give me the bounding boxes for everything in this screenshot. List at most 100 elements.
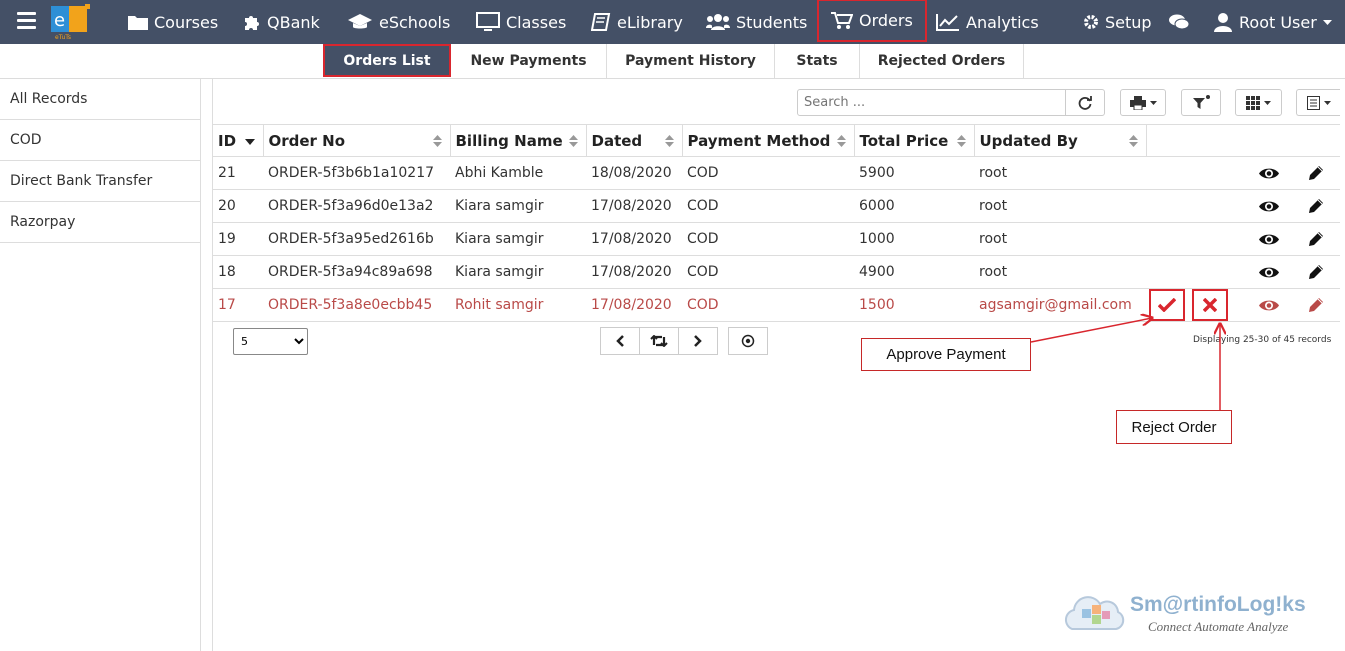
table-row[interactable]: 19 ORDER-5f3a95ed2616b Kiara samgir 17/08/2…	[213, 222, 1340, 256]
menu-icon[interactable]	[17, 12, 36, 32]
column-header-total-price[interactable]: Total Price	[854, 124, 975, 157]
approve-payment-button[interactable]	[1149, 289, 1185, 321]
row-actions	[1146, 255, 1340, 289]
nav-orders[interactable]: Orders	[817, 0, 927, 42]
nav-setup[interactable]: Setup	[1083, 0, 1152, 44]
sort-icon	[432, 135, 442, 147]
puzzle-icon	[245, 16, 259, 30]
print-button[interactable]	[1120, 89, 1166, 116]
top-navbar: e eTuTs Courses QBank eSchools Classes e…	[0, 0, 1345, 44]
list-icon	[1306, 95, 1320, 110]
table-cell: 20	[213, 189, 263, 223]
nav-eschools[interactable]: eSchools	[347, 0, 450, 44]
table-cell: Kiara samgir	[450, 189, 586, 223]
table-cell: 17/08/2020	[586, 288, 682, 322]
caret-down-icon	[1323, 100, 1331, 105]
user-icon	[1214, 13, 1232, 32]
table-row[interactable]: 20 ORDER-5f3a96d0e13a2 Kiara samgir 17/08/2…	[213, 189, 1340, 223]
column-header-updated-by[interactable]: Updated By	[974, 124, 1147, 157]
table-cell: 17/08/2020	[586, 255, 682, 289]
user-menu[interactable]: Root User	[1213, 0, 1332, 44]
view-icon[interactable]	[1258, 199, 1280, 218]
tab-stats[interactable]: Stats	[775, 44, 860, 78]
table-cell: root	[974, 156, 1146, 190]
tab-payment-history[interactable]: Payment History	[607, 44, 775, 78]
line-chart-icon	[936, 14, 959, 31]
column-header-payment-method[interactable]: Payment Method	[682, 124, 855, 157]
target-icon	[741, 334, 755, 348]
edit-icon[interactable]	[1307, 263, 1325, 285]
edit-icon[interactable]	[1307, 230, 1325, 252]
table-row[interactable]: 18 ORDER-5f3a94c89a698 Kiara samgir 17/08/2…	[213, 255, 1340, 289]
nav-courses[interactable]: Courses	[128, 0, 218, 44]
column-header-dated[interactable]: Dated	[586, 124, 683, 157]
table-cell: root	[974, 189, 1146, 223]
nav-qbank[interactable]: QBank	[243, 0, 320, 44]
chat-button[interactable]	[1169, 0, 1189, 44]
watermark-subtitle: Connect Automate Analyze	[1148, 619, 1289, 634]
edit-icon[interactable]	[1307, 296, 1325, 318]
export-button[interactable]	[1296, 89, 1340, 116]
filter-button[interactable]	[1181, 89, 1221, 116]
approve-payment-callout: Approve Payment	[861, 338, 1031, 371]
column-header-order-no[interactable]: Order No	[263, 124, 451, 157]
edit-icon[interactable]	[1307, 164, 1325, 186]
checkmark-icon	[1158, 298, 1176, 312]
graduation-cap-icon	[348, 14, 372, 29]
comments-icon	[1169, 14, 1189, 29]
tab-rejected-orders[interactable]: Rejected Orders	[860, 44, 1024, 78]
table-cell: COD	[682, 255, 854, 289]
previous-page-button[interactable]	[600, 327, 640, 355]
refresh-button[interactable]	[1065, 89, 1105, 116]
view-icon[interactable]	[1258, 166, 1280, 185]
table-cell: 18	[213, 255, 263, 289]
nav-analytics[interactable]: Analytics	[936, 0, 1039, 44]
next-page-button[interactable]	[678, 327, 718, 355]
table-cell: root	[974, 222, 1146, 256]
view-icon[interactable]	[1258, 298, 1280, 317]
refresh-icon	[1078, 95, 1092, 110]
records-count: Displaying 25-30 of 45 records	[1193, 335, 1332, 345]
table-row[interactable]: 21 ORDER-5f3b6b1a10217 Abhi Kamble 18/08/20…	[213, 156, 1340, 190]
tab-orders-list[interactable]: Orders List	[323, 44, 451, 77]
sidebar-item-cod[interactable]: COD	[0, 120, 200, 161]
app-logo[interactable]: e eTuTs	[49, 2, 93, 40]
view-icon[interactable]	[1258, 232, 1280, 251]
sidebar-item-razorpay[interactable]: Razorpay	[0, 202, 200, 243]
table-cell: ORDER-5f3a94c89a698	[263, 255, 450, 289]
nav-elibrary[interactable]: eLibrary	[591, 0, 683, 44]
svg-text:e: e	[54, 10, 65, 31]
edit-icon[interactable]	[1307, 197, 1325, 219]
table-cell: agsamgir@gmail.com	[974, 288, 1146, 322]
column-header-id[interactable]: ID	[213, 124, 264, 157]
go-to-page-button[interactable]	[728, 327, 768, 355]
tab-new-payments[interactable]: New Payments	[451, 44, 607, 78]
sort-icon	[568, 135, 578, 147]
table-cell: 6000	[854, 189, 974, 223]
sidebar-item-all-records[interactable]: All Records	[0, 79, 200, 120]
table-cell: Kiara samgir	[450, 255, 586, 289]
caret-down-icon	[1322, 19, 1332, 25]
search-input[interactable]	[797, 89, 1066, 116]
column-header-billing-name[interactable]: Billing Name	[450, 124, 587, 157]
view-icon[interactable]	[1258, 265, 1280, 284]
reject-order-callout: Reject Order	[1116, 410, 1232, 444]
reload-page-button[interactable]	[639, 327, 679, 355]
page-size-select[interactable]: 5	[233, 328, 308, 355]
sort-desc-icon	[244, 139, 255, 145]
close-icon	[1203, 298, 1217, 312]
table-cell: Kiara samgir	[450, 222, 586, 256]
sidebar-item-direct-bank-transfer[interactable]: Direct Bank Transfer	[0, 161, 200, 202]
svg-text:eTuTs: eTuTs	[55, 34, 71, 40]
nav-classes[interactable]: Classes	[476, 0, 566, 44]
table-cell: ORDER-5f3a8e0ecbb45	[263, 288, 450, 322]
column-header-actions	[1146, 124, 1340, 157]
orders-subnav: Orders List New Payments Payment History…	[0, 44, 1345, 79]
reject-order-button[interactable]	[1192, 289, 1228, 321]
chevron-left-icon	[616, 335, 624, 347]
table-cell: Rohit samgir	[450, 288, 586, 322]
table-cell: COD	[682, 156, 854, 190]
columns-button[interactable]	[1235, 89, 1282, 116]
table-cell: COD	[682, 222, 854, 256]
nav-students[interactable]: Students	[706, 0, 807, 44]
